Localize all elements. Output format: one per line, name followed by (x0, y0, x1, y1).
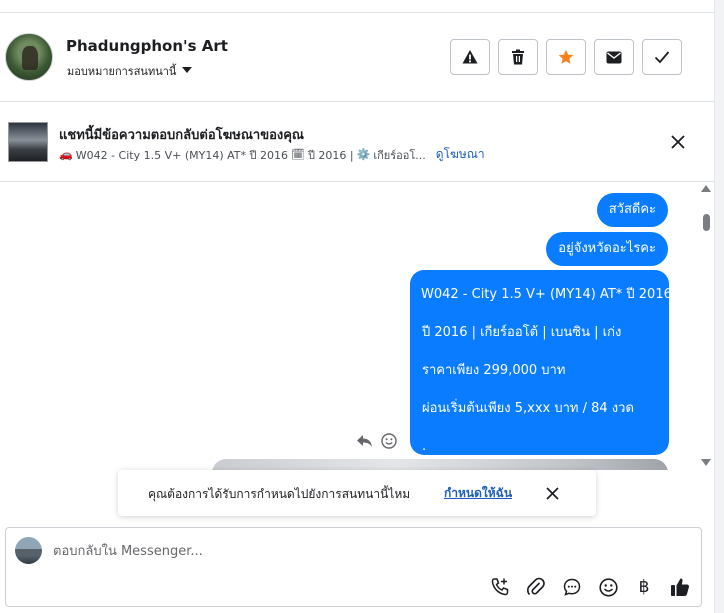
envelope-icon (606, 51, 622, 63)
check-icon (654, 51, 670, 64)
composer-toolbar: ฿ (489, 576, 691, 598)
attach-button[interactable] (525, 576, 547, 598)
conversation-header: Phadungphon's Art มอบหมายการสนทนานี้ (0, 13, 714, 102)
like-button[interactable] (669, 576, 691, 598)
page-avatar (15, 537, 42, 564)
warning-icon (462, 50, 478, 64)
delete-button[interactable] (498, 39, 538, 75)
message-thread[interactable]: สวัสดีคะ อยู่จังหวัดอะไรคะ W042 - City 1… (0, 182, 714, 470)
assign-conversation-dropdown[interactable]: มอบหมายการสนทนานี้ (67, 62, 193, 80)
message-bubble[interactable]: สวัสดีคะ (596, 193, 668, 227)
right-gutter (714, 0, 724, 613)
reply-composer: ฿ (5, 527, 702, 607)
star-icon (558, 49, 574, 64)
mark-done-button[interactable] (642, 39, 682, 75)
contact-avatar[interactable] (5, 33, 53, 81)
spam-button[interactable] (450, 39, 490, 75)
close-toast-button[interactable] (543, 484, 561, 502)
scroll-up-arrow-icon[interactable] (701, 185, 711, 192)
top-divider (0, 0, 714, 13)
emoji-button[interactable] (597, 576, 619, 598)
thumbs-up-icon (671, 578, 689, 596)
ad-banner-title: แชทนี้มีข้อความตอบกลับต่อโฆษณาของคุณ (59, 128, 304, 143)
message-actions (356, 433, 397, 449)
car-icon: 🚗 (59, 148, 73, 161)
calendar-icon: 🗓 (290, 148, 305, 161)
message-line: ผ่อนเริ่มต้นเพียง 5,xxx บาท / 84 งวด (422, 401, 634, 416)
saved-replies-button[interactable] (561, 576, 583, 598)
ad-subtitle-part1: W042 - City 1.5 V+ (MY14) AT* ปี 2016 (75, 148, 288, 162)
payment-button[interactable]: ฿ (633, 576, 655, 598)
react-emoji-icon[interactable] (381, 433, 397, 449)
paperclip-icon (527, 577, 545, 596)
message-line: W042 - City 1.5 V+ (MY14) AT* ปี 2016 (421, 287, 672, 302)
page-inbox-conversation: Phadungphon's Art มอบหมายการสนทนานี้ แชท… (0, 0, 724, 613)
toast-text: คุณต้องการได้รับการกำหนดไปยังการสนทนานี้… (148, 487, 411, 501)
caret-down-icon (182, 67, 193, 73)
message-bubble-long[interactable]: W042 - City 1.5 V+ (MY14) AT* ปี 2016 ปี… (410, 270, 672, 455)
ad-subtitle-part2: ปี 2016 | (307, 148, 354, 162)
message-line: ราคาเพียง 299,000 บาท (422, 363, 566, 378)
close-ad-banner-button[interactable] (668, 132, 688, 152)
reply-input[interactable] (53, 541, 613, 561)
emoji-icon (598, 577, 618, 597)
gear-icon: ⚙️ (356, 148, 371, 161)
image-attachment-preview[interactable] (212, 459, 668, 470)
close-icon (545, 486, 559, 500)
star-button[interactable] (546, 39, 586, 75)
reply-icon[interactable] (356, 434, 373, 448)
close-icon (671, 135, 685, 149)
assign-label: มอบหมายการสนทนานี้ (67, 65, 177, 78)
scrollbar-thumb[interactable] (703, 214, 710, 231)
call-button[interactable] (489, 576, 511, 598)
phone-plus-icon (491, 578, 509, 596)
view-ad-link[interactable]: ดูโฆษณา (436, 145, 485, 164)
message-bubble[interactable]: อยู่จังหวัดอะไรคะ (546, 232, 668, 266)
ad-banner-subtitle: 🚗 W042 - City 1.5 V+ (MY14) AT* ปี 2016 … (59, 145, 485, 164)
assign-to-me-link[interactable]: กำหนดให้ฉัน (444, 484, 512, 503)
contact-name[interactable]: Phadungphon's Art (66, 37, 228, 55)
ad-reply-banner: แชทนี้มีข้อความตอบกลับต่อโฆษณาของคุณ 🚗 W… (0, 102, 714, 182)
header-actions (450, 39, 682, 75)
ad-subtitle-part3: เกียร์ออโ... (373, 148, 426, 162)
scroll-down-arrow-icon[interactable] (701, 459, 711, 466)
trash-icon (512, 49, 524, 65)
assign-suggestion-toast: คุณต้องการได้รับการกำหนดไปยังการสนทนานี้… (118, 470, 596, 516)
message-line: ปี 2016 | เกียร์ออโต้ | เบนซิน | เก่ง (422, 325, 622, 340)
baht-icon: ฿ (638, 577, 650, 597)
mark-unread-button[interactable] (594, 39, 634, 75)
ad-thumbnail (8, 122, 48, 162)
chat-bubble-icon (563, 578, 581, 596)
